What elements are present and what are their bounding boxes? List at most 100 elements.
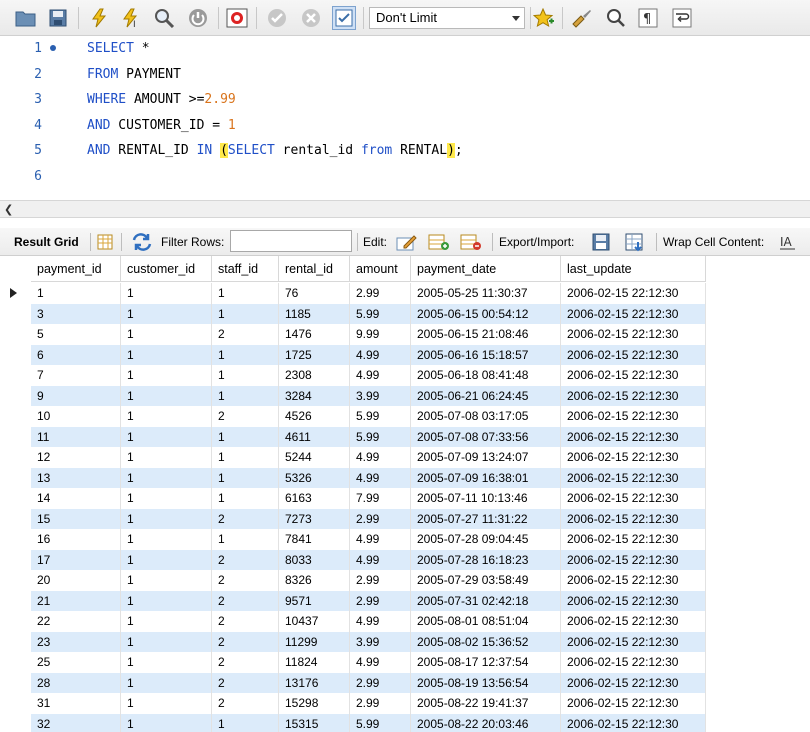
table-cell[interactable]: 1 [121, 385, 212, 406]
table-cell[interactable]: 23 [31, 631, 121, 652]
table-cell[interactable]: 2.99 [350, 693, 411, 714]
table-cell[interactable]: 1 [121, 467, 212, 488]
table-cell[interactable]: 4.99 [350, 652, 411, 673]
table-cell[interactable]: 7.99 [350, 488, 411, 509]
save-icon[interactable] [46, 6, 70, 30]
table-cell[interactable]: 1 [121, 652, 212, 673]
table-cell[interactable]: 2005-07-28 09:04:45 [411, 529, 561, 550]
table-row[interactable]: 11 1 1 4611 5.99 2005-07-08 07:33:56 2006-02-1… [31, 426, 706, 447]
table-cell[interactable]: 11824 [279, 652, 350, 673]
table-cell[interactable]: 2 [212, 652, 279, 673]
table-cell[interactable]: 4.99 [350, 447, 411, 468]
table-cell[interactable]: 2005-08-22 20:03:46 [411, 713, 561, 732]
table-cell[interactable]: 4526 [279, 406, 350, 427]
table-cell[interactable]: 2006-02-15 22:12:30 [561, 365, 706, 386]
table-cell[interactable]: 5.99 [350, 406, 411, 427]
table-cell[interactable]: 2 [212, 693, 279, 714]
table-cell[interactable]: 17 [31, 549, 121, 570]
table-cell[interactable]: 2.99 [350, 283, 411, 304]
table-cell[interactable]: 2 [212, 324, 279, 345]
table-cell[interactable]: 2.99 [350, 590, 411, 611]
table-cell[interactable]: 1 [121, 508, 212, 529]
table-cell[interactable]: 2005-08-22 19:41:37 [411, 693, 561, 714]
table-row[interactable]: 12 1 1 5244 4.99 2005-07-09 13:24:07 2006-02-1… [31, 447, 706, 468]
editor-line[interactable]: 1 SELECT * [0, 36, 810, 61]
table-cell[interactable]: 1 [121, 447, 212, 468]
table-cell[interactable]: 4.99 [350, 365, 411, 386]
table-cell[interactable]: 8033 [279, 549, 350, 570]
bookmark-star-icon[interactable] [532, 6, 556, 30]
table-cell[interactable]: 5.99 [350, 713, 411, 732]
table-cell[interactable]: 6163 [279, 488, 350, 509]
table-cell[interactable]: 2006-02-15 22:12:30 [561, 488, 706, 509]
delete-row-icon[interactable] [460, 232, 481, 252]
row-selector-gutter[interactable] [0, 256, 31, 732]
table-cell[interactable]: 31 [31, 693, 121, 714]
table-cell[interactable]: 1 [121, 529, 212, 550]
table-cell[interactable]: 5 [31, 324, 121, 345]
column-header-payment-date[interactable]: payment_date [411, 256, 561, 282]
table-cell[interactable]: 2006-02-15 22:12:30 [561, 549, 706, 570]
table-cell[interactable]: 2005-06-15 00:54:12 [411, 303, 561, 324]
table-cell[interactable]: 1 [121, 324, 212, 345]
table-row[interactable]: 15 1 2 7273 2.99 2005-07-27 11:31:22 2006-02-1… [31, 508, 706, 529]
table-cell[interactable]: 1 [121, 365, 212, 386]
column-header-amount[interactable]: amount [350, 256, 411, 282]
wrap-icon[interactable] [670, 6, 694, 30]
table-cell[interactable]: 2005-07-09 13:24:07 [411, 447, 561, 468]
table-cell[interactable]: 2 [212, 406, 279, 427]
table-cell[interactable]: 15315 [279, 713, 350, 732]
table-cell[interactable]: 2006-02-15 22:12:30 [561, 508, 706, 529]
column-header-customer-id[interactable]: customer_id [121, 256, 212, 282]
editor-line[interactable]: 3 WHERE AMOUNT >=2.99 [0, 87, 810, 112]
table-cell[interactable]: 76 [279, 283, 350, 304]
execute-current-icon[interactable]: I [119, 6, 143, 30]
edit-cell-icon[interactable] [396, 232, 417, 252]
table-row[interactable]: 20 1 2 8326 2.99 2005-07-29 03:58:49 2006-02-1… [31, 570, 706, 591]
result-grid-tab[interactable]: Result Grid [14, 235, 79, 249]
wrap-cell-icon[interactable]: IA [778, 232, 798, 252]
table-cell[interactable]: 15 [31, 508, 121, 529]
table-cell[interactable]: 2005-05-25 11:30:37 [411, 283, 561, 304]
sql-editor[interactable]: 1 SELECT * 2 FROM PAYMENT 3 WHERE AMOUNT >=2.… [0, 36, 810, 201]
export-icon[interactable] [591, 232, 611, 252]
explain-icon[interactable] [153, 6, 177, 30]
table-cell[interactable]: 1 [121, 344, 212, 365]
editor-line[interactable]: 5 AND RENTAL_ID IN (SELECT rental_id from… [0, 138, 810, 163]
table-cell[interactable]: 2006-02-15 22:12:30 [561, 385, 706, 406]
table-cell[interactable]: 2006-02-15 22:12:30 [561, 611, 706, 632]
table-cell[interactable]: 1 [121, 283, 212, 304]
table-cell[interactable]: 5.99 [350, 303, 411, 324]
table-cell[interactable]: 1725 [279, 344, 350, 365]
column-header-payment-id[interactable]: payment_id [31, 256, 121, 282]
column-header-last-update[interactable]: last_update [561, 256, 706, 282]
table-cell[interactable]: 1 [121, 303, 212, 324]
autocommit-icon[interactable] [332, 6, 356, 30]
table-cell[interactable]: 2005-08-02 15:36:52 [411, 631, 561, 652]
table-cell[interactable]: 1 [212, 283, 279, 304]
table-cell[interactable]: 3.99 [350, 385, 411, 406]
table-cell[interactable]: 2005-07-09 16:38:01 [411, 467, 561, 488]
chevron-left-icon[interactable]: ❮ [4, 203, 13, 216]
table-row[interactable]: 25 1 2 11824 4.99 2005-08-17 12:37:54 2006-02-… [31, 652, 706, 673]
table-row[interactable]: 31 1 2 15298 2.99 2005-08-22 19:41:37 2006-02-… [31, 693, 706, 714]
table-cell[interactable]: 1 [121, 611, 212, 632]
table-cell[interactable]: 2006-02-15 22:12:30 [561, 467, 706, 488]
table-cell[interactable]: 4.99 [350, 344, 411, 365]
table-cell[interactable]: 2005-07-08 03:17:05 [411, 406, 561, 427]
execute-icon[interactable] [87, 6, 111, 30]
filter-rows-input[interactable] [230, 230, 352, 252]
table-cell[interactable]: 1476 [279, 324, 350, 345]
table-cell[interactable]: 2.99 [350, 570, 411, 591]
table-cell[interactable]: 1 [212, 385, 279, 406]
table-cell[interactable]: 1 [121, 426, 212, 447]
table-cell[interactable]: 3 [31, 303, 121, 324]
table-row[interactable]: 32 1 1 15315 5.99 2005-08-22 20:03:46 2006-02-… [31, 713, 706, 732]
table-cell[interactable]: 1 [121, 488, 212, 509]
invisible-chars-icon[interactable]: ¶ [636, 6, 660, 30]
editor-line[interactable]: 6 [0, 164, 810, 189]
table-cell[interactable]: 1 [121, 549, 212, 570]
table-cell[interactable]: 1 [212, 467, 279, 488]
table-row[interactable]: 13 1 1 5326 4.99 2005-07-09 16:38:01 2006-02-1… [31, 467, 706, 488]
table-cell[interactable]: 2.99 [350, 508, 411, 529]
